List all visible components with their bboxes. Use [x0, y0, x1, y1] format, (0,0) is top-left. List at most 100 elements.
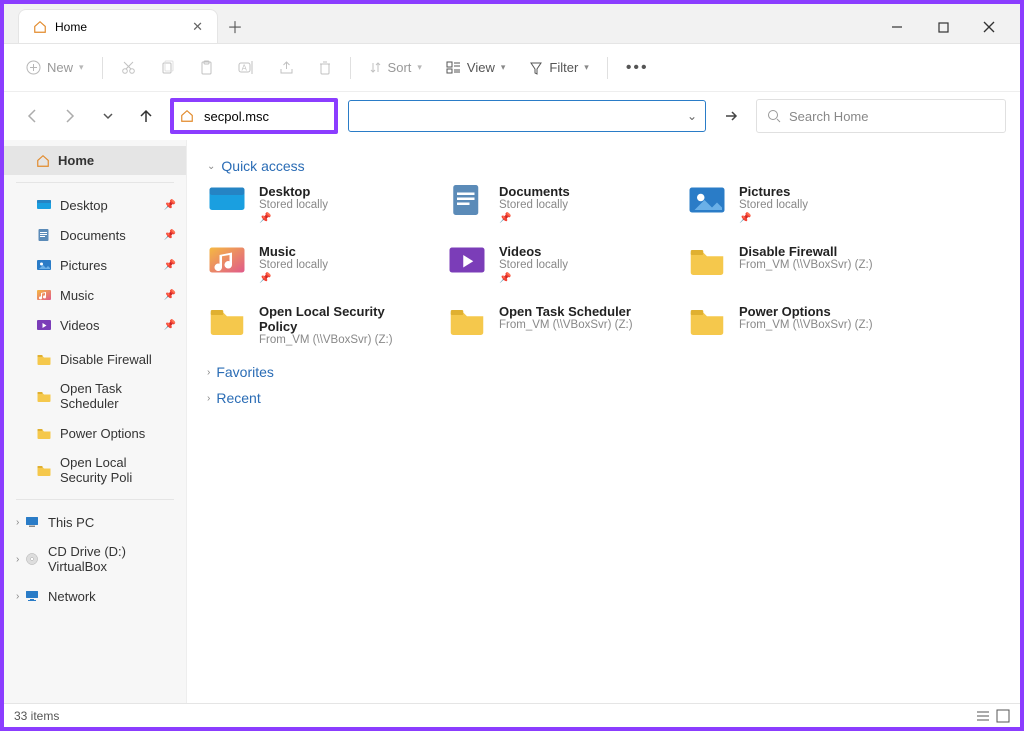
- forward-button[interactable]: [56, 102, 84, 130]
- share-icon: [279, 60, 294, 75]
- sidebar-item-label: Power Options: [60, 426, 145, 441]
- chevron-down-icon: ▾: [79, 62, 84, 73]
- sidebar-item-folder[interactable]: Open Local Security Poli: [4, 448, 186, 492]
- share-button[interactable]: [269, 55, 304, 80]
- sidebar-item-folder[interactable]: Disable Firewall: [4, 344, 186, 374]
- home-icon: [33, 20, 47, 34]
- thumbnails-view-icon[interactable]: [996, 709, 1010, 723]
- desktop-icon: [207, 184, 247, 216]
- sidebar-item-folder[interactable]: Power Options: [4, 418, 186, 448]
- section-label: Recent: [216, 390, 260, 406]
- rename-icon: A: [238, 60, 255, 75]
- section-favorites[interactable]: › Favorites: [207, 364, 1000, 380]
- sidebar-item-cd[interactable]: › CD Drive (D:) VirtualBox: [4, 537, 186, 581]
- sidebar-item-label: Home: [58, 153, 94, 168]
- sidebar-item-pc[interactable]: › This PC: [4, 507, 186, 537]
- quick-access-item[interactable]: Desktop Stored locally 📌: [207, 184, 417, 224]
- item-title: Disable Firewall: [739, 244, 873, 259]
- folder-icon: [687, 304, 727, 336]
- item-subtitle: From_VM (\\VBoxSvr) (Z:): [739, 259, 873, 271]
- sidebar-item-documents[interactable]: Documents 📌: [4, 220, 186, 250]
- pictures-icon: [687, 184, 727, 216]
- rename-button[interactable]: A: [228, 55, 265, 80]
- new-tab-button[interactable]: ＋: [218, 9, 252, 43]
- quick-access-item[interactable]: Power Options From_VM (\\VBoxSvr) (Z:): [687, 304, 897, 346]
- tab-home[interactable]: Home ✕: [18, 9, 218, 43]
- sort-label: Sort: [388, 60, 412, 75]
- item-subtitle: From_VM (\\VBoxSvr) (Z:): [739, 319, 873, 331]
- address-input[interactable]: [194, 105, 334, 128]
- minimize-button[interactable]: [874, 11, 920, 43]
- home-icon: [36, 154, 50, 168]
- documents-icon: [447, 184, 487, 216]
- tab-title: Home: [55, 20, 184, 34]
- item-title: Pictures: [739, 184, 808, 199]
- view-icon: [446, 61, 461, 74]
- trash-icon: [318, 60, 332, 75]
- sidebar-item-music[interactable]: Music 📌: [4, 280, 186, 310]
- cut-button[interactable]: [111, 55, 146, 80]
- chevron-right-icon[interactable]: ›: [16, 517, 19, 528]
- new-button[interactable]: New ▾: [16, 55, 94, 80]
- cd-icon: [24, 551, 40, 567]
- copy-button[interactable]: [150, 55, 185, 80]
- chevron-right-icon: ›: [207, 393, 210, 404]
- item-title: Power Options: [739, 304, 873, 319]
- filter-button[interactable]: Filter▾: [519, 55, 598, 80]
- section-recent[interactable]: › Recent: [207, 390, 1000, 406]
- sidebar-item-label: Pictures: [60, 258, 107, 273]
- chevron-down-icon[interactable]: ⌄: [687, 109, 697, 123]
- sort-button[interactable]: Sort▾: [359, 55, 432, 80]
- item-title: Videos: [499, 244, 568, 259]
- command-toolbar: New ▾ A Sort▾ View▾ Filter▾ •••: [4, 44, 1020, 92]
- quick-access-item[interactable]: Pictures Stored locally 📌: [687, 184, 897, 224]
- pin-icon: 📌: [164, 200, 176, 211]
- sidebar-item-desktop[interactable]: Desktop 📌: [4, 190, 186, 220]
- sidebar-item-folder[interactable]: Open Task Scheduler: [4, 374, 186, 418]
- chevron-down-icon: ⌄: [207, 161, 215, 172]
- pin-icon: 📌: [259, 213, 328, 224]
- separator: [102, 57, 103, 79]
- view-button[interactable]: View▾: [436, 55, 515, 80]
- search-placeholder: Search Home: [789, 109, 868, 124]
- item-title: Desktop: [259, 184, 328, 199]
- details-view-icon[interactable]: [976, 709, 990, 723]
- sidebar-item-label: Open Local Security Poli: [60, 455, 176, 485]
- pin-icon: 📌: [259, 273, 328, 284]
- more-button[interactable]: •••: [616, 54, 659, 82]
- close-tab-icon[interactable]: ✕: [192, 19, 203, 35]
- search-input[interactable]: Search Home: [756, 99, 1006, 133]
- paste-button[interactable]: [189, 55, 224, 80]
- sidebar-item-home[interactable]: Home: [4, 146, 186, 175]
- pictures-icon: [36, 257, 52, 273]
- item-subtitle: From_VM (\\VBoxSvr) (Z:): [499, 319, 633, 331]
- back-button[interactable]: [18, 102, 46, 130]
- maximize-button[interactable]: [920, 11, 966, 43]
- address-bar[interactable]: ⌄: [348, 100, 706, 132]
- quick-access-item[interactable]: Videos Stored locally 📌: [447, 244, 657, 284]
- status-bar: 33 items: [4, 703, 1020, 727]
- chevron-right-icon[interactable]: ›: [16, 591, 19, 602]
- separator: [16, 182, 174, 183]
- up-button[interactable]: [132, 102, 160, 130]
- item-subtitle: Stored locally: [739, 199, 808, 211]
- recent-locations-button[interactable]: [94, 102, 122, 130]
- sidebar-item-pictures[interactable]: Pictures 📌: [4, 250, 186, 280]
- quick-access-item[interactable]: Disable Firewall From_VM (\\VBoxSvr) (Z:…: [687, 244, 897, 284]
- quick-access-item[interactable]: Open Local Security Policy From_VM (\\VB…: [207, 304, 417, 346]
- music-icon: [36, 287, 52, 303]
- delete-button[interactable]: [308, 55, 342, 80]
- desktop-icon: [36, 197, 52, 213]
- sidebar-item-label: Music: [60, 288, 94, 303]
- sidebar-item-network[interactable]: › Network: [4, 581, 186, 611]
- sidebar-item-videos[interactable]: Videos 📌: [4, 310, 186, 340]
- quick-access-item[interactable]: Music Stored locally 📌: [207, 244, 417, 284]
- svg-text:A: A: [241, 64, 247, 73]
- section-quick-access[interactable]: ⌄ Quick access: [207, 158, 1000, 174]
- quick-access-item[interactable]: Documents Stored locally 📌: [447, 184, 657, 224]
- quick-access-item[interactable]: Open Task Scheduler From_VM (\\VBoxSvr) …: [447, 304, 657, 346]
- chevron-right-icon[interactable]: ›: [16, 554, 19, 565]
- close-window-button[interactable]: [966, 11, 1012, 43]
- go-button[interactable]: [716, 101, 746, 131]
- sidebar: Home Desktop 📌 Documents 📌 Pictures 📌 Mu…: [4, 140, 187, 703]
